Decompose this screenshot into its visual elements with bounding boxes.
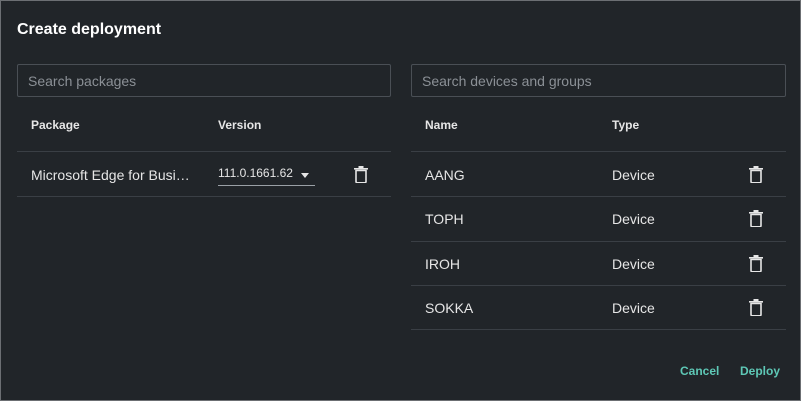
trash-icon[interactable]	[354, 166, 368, 183]
cancel-button[interactable]: Cancel	[680, 364, 719, 378]
package-name: Microsoft Edge for Business	[31, 167, 193, 183]
version-column-header: Version	[218, 118, 262, 132]
device-row-divider	[411, 285, 786, 286]
device-row-divider	[411, 241, 786, 242]
trash-icon[interactable]	[749, 299, 763, 316]
package-column-header: Package	[31, 118, 80, 132]
device-type: Device	[612, 167, 655, 183]
package-search-input[interactable]	[17, 64, 391, 97]
device-type: Device	[612, 256, 655, 272]
device-row-divider	[411, 196, 786, 197]
device-name: TOPH	[425, 211, 464, 227]
package-header-divider	[17, 151, 391, 152]
package-row-divider	[17, 196, 391, 197]
dialog-title: Create deployment	[17, 21, 162, 38]
name-column-header: Name	[425, 118, 458, 132]
trash-icon[interactable]	[749, 166, 763, 183]
device-name: SOKKA	[425, 300, 474, 316]
chevron-down-icon	[301, 173, 309, 178]
version-value: 111.0.1661.62	[218, 166, 293, 180]
device-type: Device	[612, 211, 655, 227]
device-search-input[interactable]	[411, 64, 786, 97]
device-name: AANG	[425, 167, 465, 183]
device-name: IROH	[425, 256, 460, 272]
version-dropdown[interactable]: 111.0.1661.62	[218, 159, 315, 186]
device-header-divider	[411, 151, 786, 152]
trash-icon[interactable]	[749, 210, 763, 227]
trash-icon[interactable]	[749, 255, 763, 272]
type-column-header: Type	[612, 118, 640, 132]
device-row-divider	[411, 329, 786, 330]
create-deployment-dialog: Create deployment Package Version Micros…	[0, 0, 801, 401]
device-type: Device	[612, 300, 655, 316]
deploy-button[interactable]: Deploy	[740, 364, 780, 378]
